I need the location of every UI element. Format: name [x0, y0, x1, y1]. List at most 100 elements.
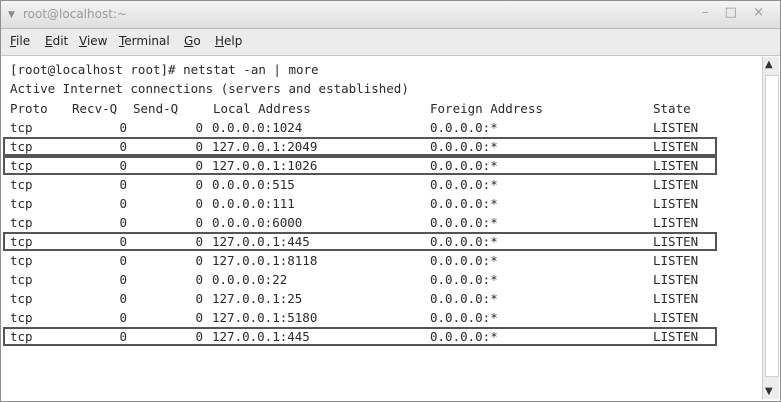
cell-proto: tcp: [10, 234, 33, 249]
cell-recv-q: 0: [119, 158, 127, 173]
title-bar[interactable]: ▼ root@localhost:~ – □ ×: [1, 1, 780, 29]
cell-send-q: 0: [195, 234, 203, 249]
cell-proto: tcp: [10, 139, 33, 154]
table-row: tcp 0 0 0.0.0.0:515 0.0.0.0:* LISTEN: [3, 175, 717, 194]
cell-send-q: 0: [195, 120, 203, 135]
menu-view[interactable]: View: [79, 34, 107, 48]
arrow-up-icon[interactable]: ▲: [765, 59, 773, 70]
command-prompt-line: [root@localhost root]# netstat -an | mor…: [10, 62, 319, 77]
cell-foreign-address: 0.0.0.0:*: [430, 329, 498, 344]
cell-proto: tcp: [10, 329, 33, 344]
cell-send-q: 0: [195, 329, 203, 344]
cell-foreign-address: 0.0.0.0:*: [430, 253, 498, 268]
window-title: root@localhost:~: [23, 7, 128, 21]
cell-recv-q: 0: [119, 120, 127, 135]
cell-local-address: 127.0.0.1:8118: [212, 253, 318, 268]
table-header: Proto Recv-Q Send-Q Local Address Foreig…: [3, 99, 717, 118]
cell-foreign-address: 0.0.0.0:*: [430, 310, 498, 325]
cell-foreign-address: 0.0.0.0:*: [430, 158, 498, 173]
cell-recv-q: 0: [119, 272, 127, 287]
cell-local-address: 0.0.0.0:1024: [212, 120, 303, 135]
cell-foreign-address: 0.0.0.0:*: [430, 291, 498, 306]
cell-recv-q: 0: [119, 253, 127, 268]
cell-local-address: 0.0.0.0:111: [212, 196, 295, 211]
table-row: tcp 0 0 0.0.0.0:6000 0.0.0.0:* LISTEN: [3, 213, 717, 232]
menu-edit[interactable]: Edit: [45, 34, 68, 48]
menu-terminal[interactable]: Terminal: [119, 34, 170, 48]
cell-state: LISTEN: [653, 272, 699, 287]
cell-recv-q: 0: [119, 139, 127, 154]
cell-foreign-address: 0.0.0.0:*: [430, 177, 498, 192]
cell-recv-q: 0: [119, 215, 127, 230]
arrow-down-icon[interactable]: ▼: [765, 386, 773, 397]
window-controls[interactable]: – □ ×: [702, 5, 770, 20]
cell-proto: tcp: [10, 215, 33, 230]
cell-recv-q: 0: [119, 196, 127, 211]
table-row: tcp 0 0 0.0.0.0:22 0.0.0.0:* LISTEN: [3, 270, 717, 289]
cell-proto: tcp: [10, 253, 33, 268]
cell-local-address: 127.0.0.1:445: [212, 329, 310, 344]
scrollbar-thumb[interactable]: [765, 75, 779, 377]
cell-local-address: 127.0.0.1:5180: [212, 310, 318, 325]
cell-send-q: 0: [195, 310, 203, 325]
cell-foreign-address: 0.0.0.0:*: [430, 120, 498, 135]
cell-foreign-address: 0.0.0.0:*: [430, 272, 498, 287]
cell-recv-q: 0: [119, 234, 127, 249]
header-recv-q: Recv-Q: [72, 101, 118, 116]
cell-local-address: 127.0.0.1:2049: [212, 139, 318, 154]
table-row: tcp 0 0 0.0.0.0:111 0.0.0.0:* LISTEN: [3, 194, 717, 213]
cell-recv-q: 0: [119, 310, 127, 325]
table-row: tcp 0 0 127.0.0.1:2049 0.0.0.0:* LISTEN: [3, 137, 717, 156]
menu-file[interactable]: File: [10, 34, 30, 48]
menu-go[interactable]: Go: [184, 34, 201, 48]
cell-state: LISTEN: [653, 310, 699, 325]
cell-state: LISTEN: [653, 120, 699, 135]
cell-foreign-address: 0.0.0.0:*: [430, 196, 498, 211]
cell-recv-q: 0: [119, 291, 127, 306]
cell-foreign-address: 0.0.0.0:*: [430, 215, 498, 230]
terminal-window: ▼ root@localhost:~ – □ × File Edit View Ter…: [0, 0, 781, 402]
cell-proto: tcp: [10, 177, 33, 192]
cell-send-q: 0: [195, 253, 203, 268]
cell-proto: tcp: [10, 196, 33, 211]
header-proto: Proto: [10, 101, 48, 116]
cell-foreign-address: 0.0.0.0:*: [430, 139, 498, 154]
cell-local-address: 0.0.0.0:6000: [212, 215, 303, 230]
cell-send-q: 0: [195, 215, 203, 230]
cell-local-address: 0.0.0.0:22: [212, 272, 288, 287]
cell-state: LISTEN: [653, 177, 699, 192]
header-state: State: [653, 101, 691, 116]
cell-state: LISTEN: [653, 196, 699, 211]
terminal-output[interactable]: [root@localhost root]# netstat -an | mor…: [3, 57, 761, 399]
table-row: tcp 0 0 0.0.0.0:1024 0.0.0.0:* LISTEN: [3, 118, 717, 137]
cell-state: LISTEN: [653, 215, 699, 230]
cell-state: LISTEN: [653, 329, 699, 344]
header-foreign-address: Foreign Address: [430, 101, 543, 116]
cell-proto: tcp: [10, 310, 33, 325]
cell-recv-q: 0: [119, 177, 127, 192]
table-row: tcp 0 0 127.0.0.1:8118 0.0.0.0:* LISTEN: [3, 251, 717, 270]
cell-proto: tcp: [10, 291, 33, 306]
cell-state: LISTEN: [653, 139, 699, 154]
cell-send-q: 0: [195, 177, 203, 192]
header-local-address: Local Address: [213, 101, 311, 116]
cell-foreign-address: 0.0.0.0:*: [430, 234, 498, 249]
cell-send-q: 0: [195, 272, 203, 287]
menu-help[interactable]: Help: [215, 34, 242, 48]
cell-local-address: 127.0.0.1:1026: [212, 158, 318, 173]
table-row: tcp 0 0 127.0.0.1:445 0.0.0.0:* LISTEN: [3, 232, 717, 251]
cell-local-address: 0.0.0.0:515: [212, 177, 295, 192]
cell-send-q: 0: [195, 139, 203, 154]
table-row: tcp 0 0 127.0.0.1:5180 0.0.0.0:* LISTEN: [3, 308, 717, 327]
cell-recv-q: 0: [119, 329, 127, 344]
cell-state: LISTEN: [653, 291, 699, 306]
table-row: tcp 0 0 127.0.0.1:1026 0.0.0.0:* LISTEN: [3, 156, 717, 175]
table-row: tcp 0 0 127.0.0.1:445 0.0.0.0:* LISTEN: [3, 327, 717, 346]
cell-proto: tcp: [10, 158, 33, 173]
window-menu-chevron-icon[interactable]: ▼: [8, 10, 15, 20]
cell-proto: tcp: [10, 120, 33, 135]
cell-state: LISTEN: [653, 253, 699, 268]
vertical-scrollbar[interactable]: ▲ ▼: [762, 57, 779, 399]
cell-send-q: 0: [195, 158, 203, 173]
cell-send-q: 0: [195, 291, 203, 306]
